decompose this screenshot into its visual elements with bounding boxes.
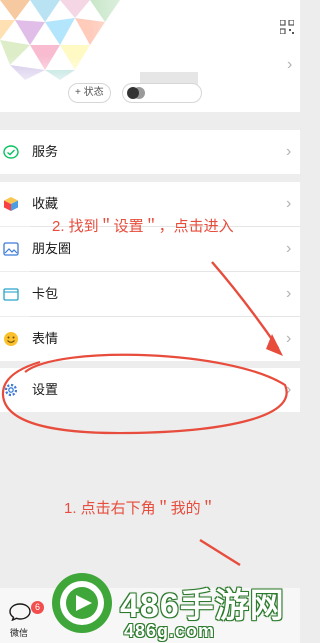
annotation-step-1: 1. 点击右下角＂我的＂ xyxy=(64,500,216,517)
watermark-url: 486g.com xyxy=(124,621,216,641)
tab-chats-label[interactable]: 微信 xyxy=(10,626,28,639)
watermark-logo-icon xyxy=(52,573,112,633)
unread-badge: 6 xyxy=(31,601,44,614)
chat-bubble-icon[interactable] xyxy=(9,603,31,621)
watermark-title: 486手游网 xyxy=(120,587,285,625)
annotation-overlay xyxy=(1,261,288,567)
annotation-step-2: 2. 找到＂设置＂，点击进入 xyxy=(52,218,234,235)
